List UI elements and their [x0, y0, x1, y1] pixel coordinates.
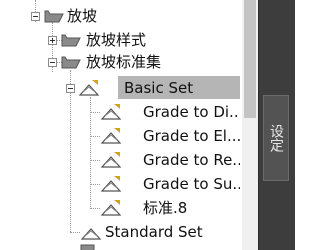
tree-node-label: 放坡标准集 [86, 53, 162, 71]
tree-node-label: Grade to El... [143, 127, 240, 145]
settings-tab-label: 设定 [268, 124, 284, 152]
folder-open-icon [61, 34, 81, 47]
scrollbar-thumb[interactable] [244, 0, 256, 118]
tree-node-label: Standard Set [105, 223, 203, 241]
folder-open-icon [61, 56, 81, 69]
tree-node-basic-set[interactable]: Basic Set [0, 76, 240, 100]
collapse-toggle[interactable] [66, 84, 75, 93]
tree-view[interactable]: 放坡 放坡样式 放坡标准集 Basic Set Grade to Di... G… [0, 0, 240, 250]
tree-node-label: Grade to Su... [143, 175, 240, 193]
tree-node-grading-criteria-sets[interactable]: 放坡标准集 [0, 50, 240, 74]
tree-node-label: 放坡 [67, 7, 98, 25]
tree-node-grading[interactable]: 放坡 [0, 4, 240, 28]
tree-node-standard-set[interactable]: Standard Set [0, 220, 240, 244]
criteria-set-icon [80, 228, 102, 240]
tree-node-grading-styles[interactable]: 放坡样式 [0, 28, 240, 52]
tree-node-label: Grade to Re... [143, 151, 240, 169]
folder-icon [80, 244, 95, 250]
grading-criteria-icon [100, 128, 122, 144]
tree-node-criteria[interactable]: Grade to Su... [0, 172, 240, 196]
tree-node-label: 放坡样式 [86, 31, 147, 49]
collapse-toggle[interactable] [48, 58, 57, 67]
tree-node-criteria[interactable]: Grade to Re... [0, 148, 240, 172]
grading-criteria-icon [100, 200, 122, 216]
grading-criteria-icon [100, 104, 122, 120]
tree-node-label: Grade to Di... [143, 103, 240, 121]
collapse-toggle[interactable] [31, 12, 40, 21]
criteria-set-icon [78, 80, 100, 96]
tree-node-label: Basic Set [124, 79, 194, 97]
tree-node-label: 标准.8 [143, 199, 188, 217]
grading-criteria-icon [100, 176, 122, 192]
expand-toggle[interactable] [48, 36, 57, 45]
tree-node-criteria[interactable]: 标准.8 [0, 196, 240, 220]
settings-tab[interactable]: 设定 [263, 95, 289, 181]
tree-node-criteria[interactable]: Grade to Di... [0, 100, 240, 124]
grading-criteria-icon [100, 152, 122, 168]
tree-node-criteria[interactable]: Grade to El... [0, 124, 240, 148]
folder-open-icon [44, 10, 64, 23]
